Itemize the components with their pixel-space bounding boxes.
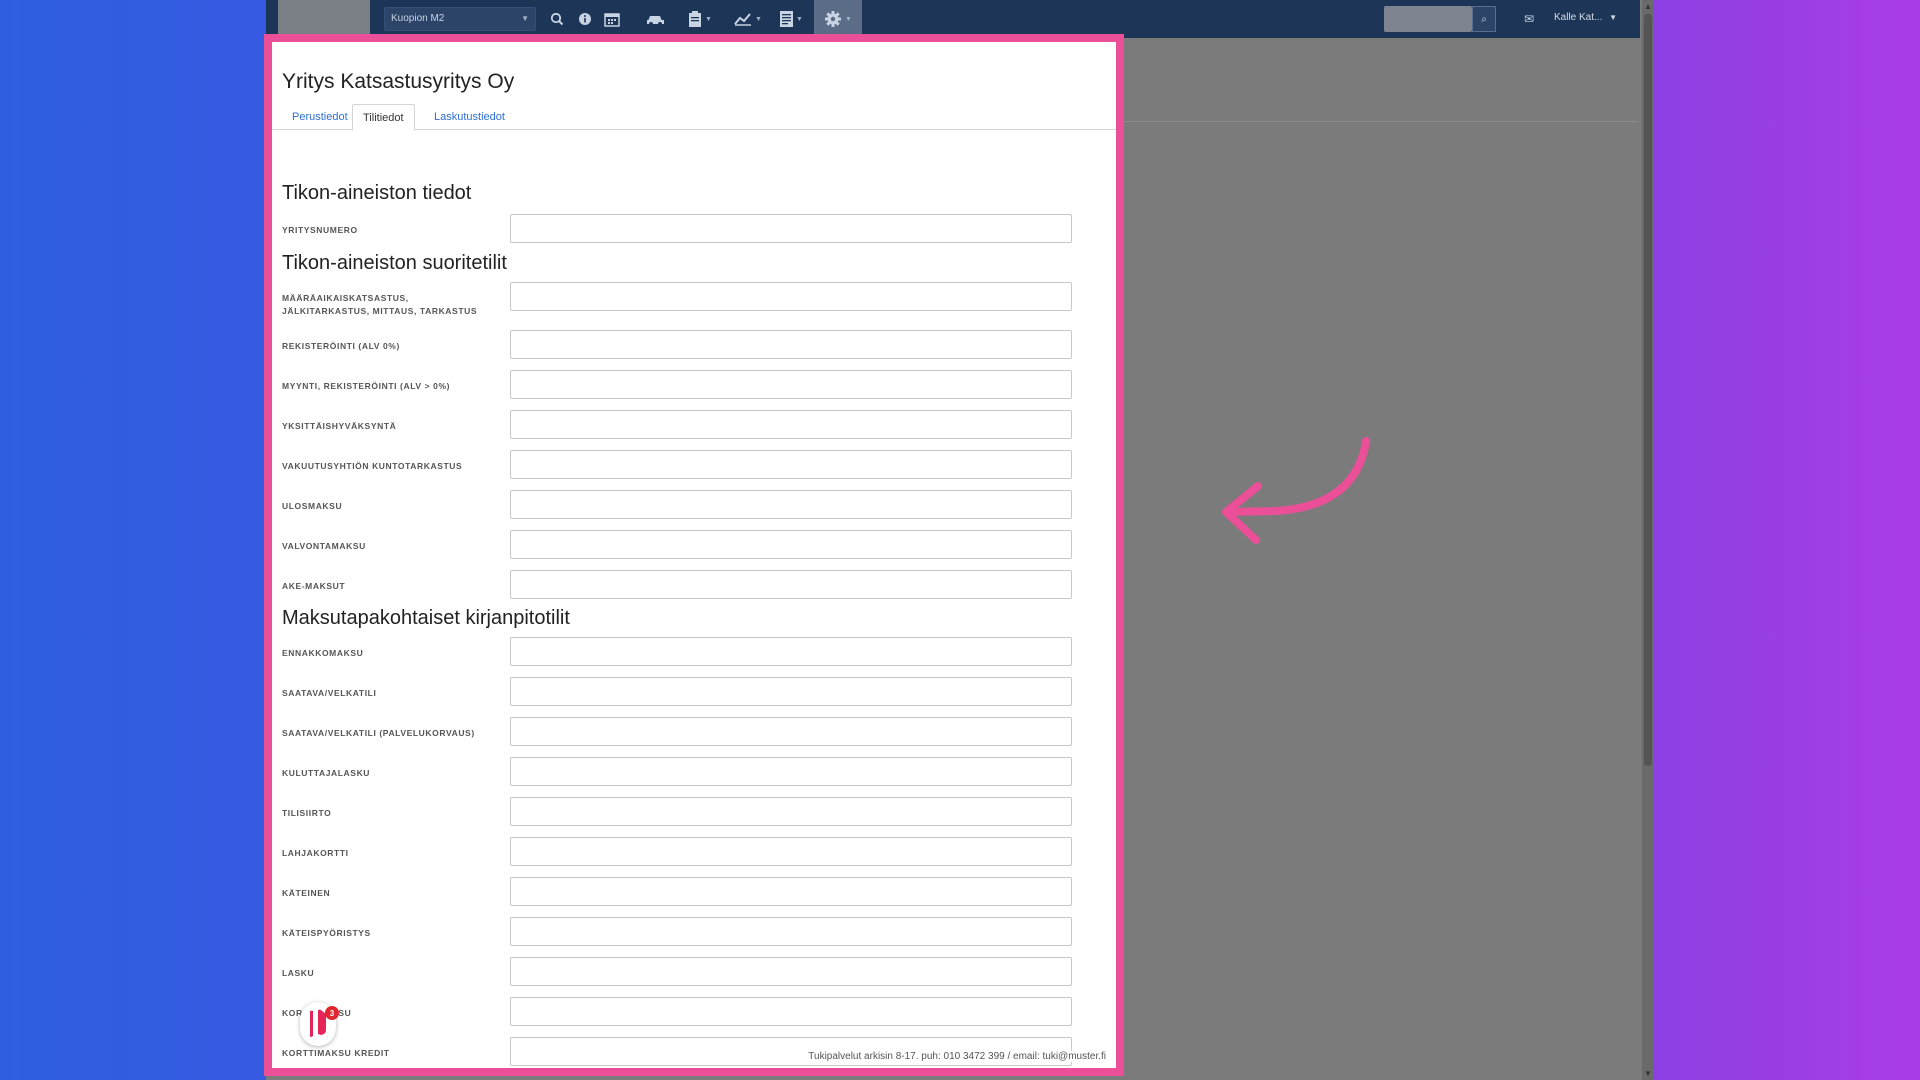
chevron-down-icon: ▼ (521, 14, 529, 23)
chart-icon[interactable]: ▼ (734, 9, 762, 29)
search-icon[interactable] (550, 9, 564, 29)
field-label: YKSITTÄISHYVÄKSYNTÄ (282, 421, 397, 431)
chevron-down-icon: ▼ (845, 15, 852, 23)
field-label: KÄTEISPYÖRISTYS (282, 928, 371, 938)
field-label: TILISIIRTO (282, 808, 332, 818)
field-label: ENNAKKOMAKSU (282, 648, 364, 658)
tab-laskutustiedot[interactable]: Laskutustiedot (424, 104, 515, 131)
chevron-down-icon: ▼ (796, 15, 803, 23)
account-input[interactable] (510, 997, 1072, 1026)
section-title: Maksutapakohtaiset kirjanpitotilit (282, 607, 570, 629)
background-divider (1112, 121, 1638, 122)
info-icon[interactable] (578, 9, 592, 29)
field-label: MYYNTI, REKISTERÖINTI (ALV > 0%) (282, 381, 451, 391)
chevron-down-icon: ▼ (755, 15, 762, 23)
account-input[interactable] (510, 957, 1072, 986)
clipboard-icon[interactable]: ▼ (688, 9, 712, 29)
section-title: Tikon-aineiston suoritetilit (282, 252, 507, 274)
account-input[interactable] (510, 637, 1072, 666)
site-select[interactable]: Kuopion M2 ▼ (384, 7, 536, 31)
tab-tilitiedot[interactable]: Tilitiedot (352, 104, 415, 131)
search-icon: ⌕ (1481, 13, 1487, 25)
user-menu[interactable]: Kalle Kat... ▼ (1554, 12, 1617, 23)
field-label: REKISTERÖINTI (ALV 0%) (282, 341, 400, 351)
form-content: Yritys Katsastusyritys Oy Perustiedot Ti… (272, 42, 1116, 1068)
chevron-down-icon: ▼ (705, 15, 712, 23)
car-icon[interactable] (646, 9, 666, 29)
account-input[interactable] (510, 917, 1072, 946)
account-input[interactable] (510, 677, 1072, 706)
field-label: KULUTTAJALASKU (282, 768, 371, 778)
top-search-input[interactable] (1384, 6, 1472, 32)
field-label: LAHJAKORTTI (282, 848, 349, 858)
tab-bar: Perustiedot Tilitiedot Laskutustiedot (272, 100, 1116, 131)
account-input[interactable] (510, 797, 1072, 826)
scroll-up-icon[interactable]: ▲ (1644, 2, 1652, 11)
site-select-value: Kuopion M2 (391, 13, 445, 24)
field-label: VALVONTAMAKSU (282, 541, 366, 551)
account-input[interactable] (510, 410, 1072, 439)
account-input[interactable] (510, 530, 1072, 559)
calendar-icon[interactable] (604, 9, 620, 29)
account-input[interactable] (510, 877, 1072, 906)
scrollbar-thumb[interactable] (1644, 14, 1652, 766)
account-input[interactable] (510, 214, 1072, 243)
gear-icon[interactable]: ▼ (824, 9, 852, 29)
field-label: KORTTIMAKSU KREDIT (282, 1048, 390, 1058)
scroll-down-icon[interactable]: ▼ (1644, 1069, 1652, 1078)
pointer-arrow-icon (1222, 437, 1370, 544)
account-input[interactable] (510, 450, 1072, 479)
top-navigation-bar: Kuopion M2 ▼ ▼ ▼ ▼ ▼ ⌕ ✉ Kalle Kat... ▼ (266, 0, 1640, 38)
tab-perustiedot[interactable]: Perustiedot (282, 104, 358, 131)
field-label: VAKUUTUSYHTIÖN KUNTOTARKASTUS (282, 461, 463, 471)
support-footer: Tukipalvelut arkisin 8-17. puh: 010 3472… (802, 1051, 1106, 1062)
highlighted-form-panel: Yritys Katsastusyritys Oy Perustiedot Ti… (264, 34, 1124, 1076)
account-input[interactable] (510, 330, 1072, 359)
field-label: SAATAVA/VELKATILI (PALVELUKORVAUS) (282, 728, 475, 738)
chat-notification-badge: 3 (325, 1006, 339, 1020)
field-label: AKE-MAKSUT (282, 581, 346, 591)
user-name: Kalle Kat... (1554, 12, 1603, 23)
app-logo[interactable] (278, 0, 370, 36)
page-title: Yritys Katsastusyritys Oy (282, 70, 515, 93)
page-scrollbar[interactable]: ▲ ▼ (1642, 0, 1654, 1080)
field-label: KÄTEINEN (282, 888, 331, 898)
field-label: MÄÄRÄAIKAISKATSASTUS, JÄLKITARKASTUS, MI… (282, 293, 478, 316)
account-input[interactable] (510, 837, 1072, 866)
top-search-button[interactable]: ⌕ (1472, 6, 1496, 32)
account-input[interactable] (510, 370, 1072, 399)
account-input[interactable] (510, 757, 1072, 786)
account-input[interactable] (510, 717, 1072, 746)
account-input[interactable] (510, 490, 1072, 519)
chevron-down-icon: ▼ (1609, 13, 1618, 22)
document-icon[interactable]: ▼ (780, 9, 803, 29)
account-input[interactable] (510, 570, 1072, 599)
field-label: ULOSMAKSU (282, 501, 343, 511)
section-title: Tikon-aineiston tiedot (282, 182, 472, 204)
field-label: YRITYSNUMERO (282, 225, 358, 235)
account-input[interactable] (510, 282, 1072, 311)
field-label: SAATAVA/VELKATILI (282, 688, 377, 698)
mail-icon[interactable]: ✉ (1524, 12, 1534, 26)
field-label: LASKU (282, 968, 315, 978)
